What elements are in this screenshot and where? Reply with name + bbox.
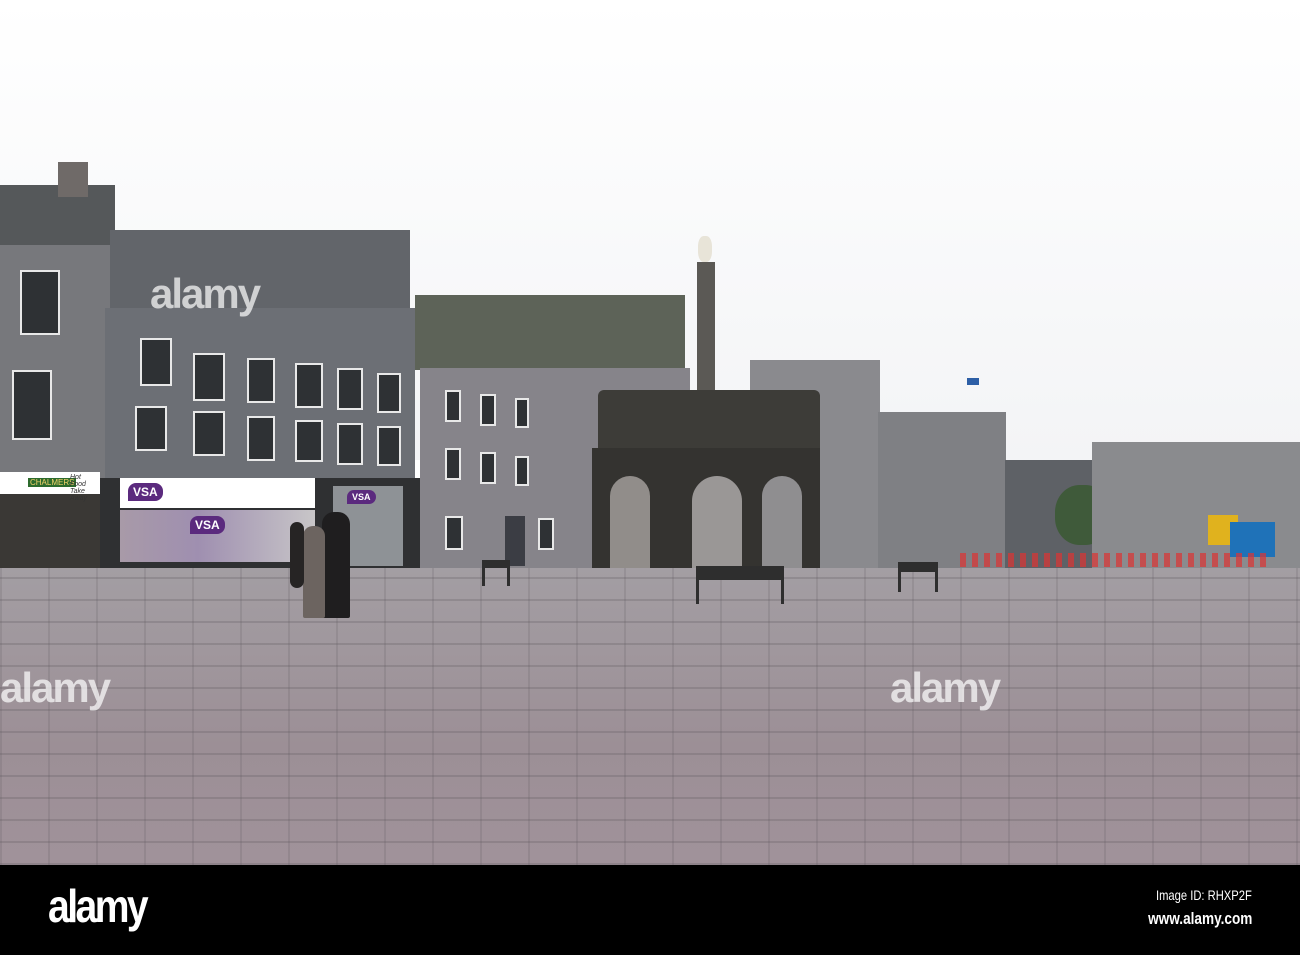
vsa-shopfront: VSA VSA VSA: [100, 478, 420, 570]
mercat-cross-arches: [592, 448, 820, 570]
mid-roof: [415, 295, 685, 370]
pedestrian-woman: [303, 526, 325, 618]
bench: [482, 560, 510, 586]
vsa-window: VSA: [120, 510, 315, 562]
footer-bar: alamy Image ID: RHXP2F www.alamy.com: [0, 865, 1300, 955]
pedestrian-man: [322, 512, 350, 618]
hot-food-label: Hot Food Take Away: [70, 474, 87, 502]
mercat-cross-column: [697, 262, 715, 394]
red-barriers: [960, 553, 1270, 567]
cobbled-square: [0, 568, 1300, 865]
chalmers-shopfront: CHALMERS Hot Food Take Away: [0, 472, 100, 570]
pedestrian-background: [290, 522, 304, 588]
blue-tarp: [1230, 522, 1275, 557]
bench: [696, 566, 784, 604]
flag: [967, 378, 979, 385]
mercat-cross-drum: [598, 390, 820, 450]
right-building-2: [878, 412, 1006, 570]
watermark: alamy: [890, 664, 1001, 711]
vsa-logo-main: VSA: [128, 483, 163, 501]
image-id: Image ID: RHXP2F: [1156, 887, 1252, 903]
unicorn-statue: [698, 236, 712, 262]
alamy-logo: alamy: [48, 880, 149, 932]
chimney: [58, 162, 88, 197]
alamy-url: www.alamy.com: [1147, 909, 1252, 928]
vsa-logo-side: VSA: [347, 490, 376, 504]
watermark: alamy: [0, 664, 111, 711]
vsa-logo-window: VSA: [190, 516, 225, 534]
bench: [898, 562, 938, 592]
watermark: alamy: [150, 270, 261, 317]
chalmers-sign: CHALMERS Hot Food Take Away: [0, 472, 100, 502]
vsa-sign-board: VSA: [120, 478, 315, 508]
